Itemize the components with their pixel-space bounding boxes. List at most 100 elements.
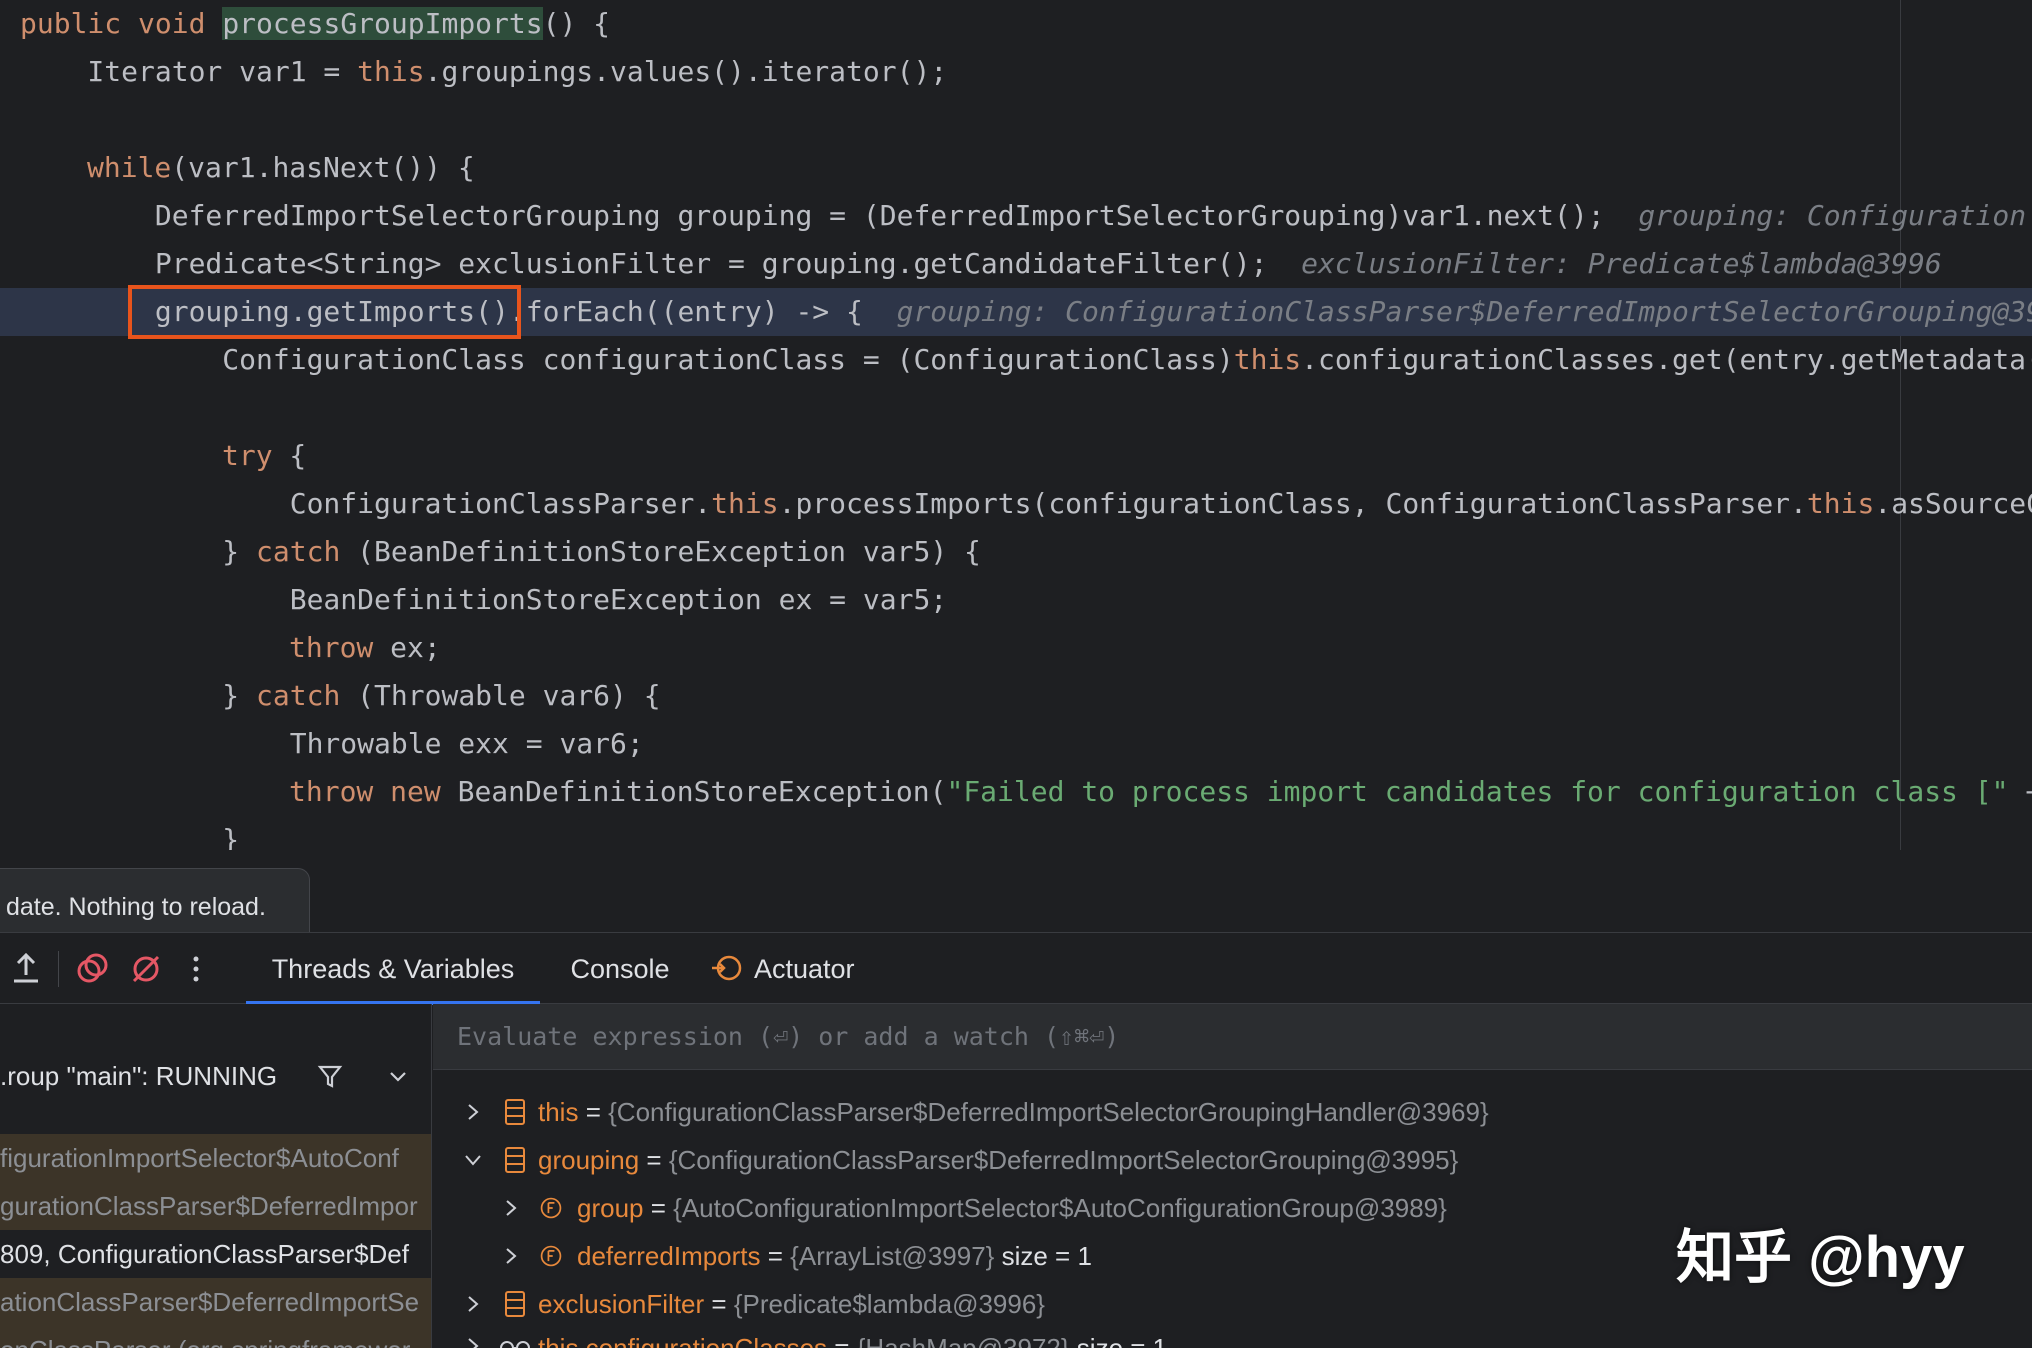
- chevron-down-icon[interactable]: [386, 1064, 410, 1088]
- code-line-14: throw ex;: [0, 624, 2032, 672]
- stack-frame-current[interactable]: 809, ConfigurationClassParser$Def: [0, 1230, 431, 1278]
- stack-frame[interactable]: figurationImportSelector$AutoConf: [0, 1134, 431, 1182]
- code-text: .configurationClasses.get(entry.getMetad…: [1301, 343, 2032, 376]
- stack-frame[interactable]: ationClassParser$DeferredImportSe: [0, 1278, 431, 1326]
- code-text: ConfigurationClass configurationClass = …: [20, 343, 1234, 376]
- code-text: .asSourceC: [1874, 487, 2032, 520]
- var-value: {Predicate$lambda@3996}: [733, 1289, 1045, 1319]
- code-text: ex;: [373, 631, 441, 664]
- code-line-15: } catch (Throwable var6) {: [0, 672, 2032, 720]
- var-name: this: [538, 1097, 579, 1127]
- watch-glasses-icon: [500, 1341, 530, 1348]
- code-text: BeanDefinitionStoreException(: [440, 775, 947, 808]
- keyword: this: [711, 487, 779, 520]
- code-text: {: [272, 439, 307, 472]
- code-text: }: [20, 535, 257, 568]
- code-editor[interactable]: public void processGroupImports() { Iter…: [0, 0, 2032, 850]
- variable-row[interactable]: group = {AutoConfigurationImportSelector…: [577, 1184, 1447, 1232]
- code-text: Predicate<String> exclusionFilter = grou…: [20, 247, 1268, 280]
- tab-threads-variables[interactable]: Threads & Variables: [246, 933, 540, 1005]
- var-value: {ArrayList@3997}: [790, 1241, 995, 1271]
- code-line-17: throw new BeanDefinitionStoreException("…: [0, 768, 2032, 816]
- variable-row[interactable]: grouping = {ConfigurationClassParser$Def…: [538, 1136, 1458, 1184]
- keyword: void: [138, 7, 206, 40]
- final-field-icon: [540, 1197, 562, 1219]
- var-eq: =: [639, 1145, 669, 1175]
- actuator-icon: [712, 955, 742, 981]
- keyword: try: [222, 439, 273, 472]
- code-line-18: }: [0, 816, 2032, 850]
- code-text: .processImports(configurationClass, Conf…: [778, 487, 1807, 520]
- chevron-right-icon[interactable]: [463, 1102, 483, 1122]
- code-text: (var1.hasNext()) {: [171, 151, 475, 184]
- keyword: this: [357, 55, 425, 88]
- chevron-right-icon[interactable]: [501, 1246, 521, 1266]
- view-breakpoints-icon[interactable]: [72, 949, 112, 989]
- toolbar-divider: [58, 951, 59, 987]
- export-icon[interactable]: [6, 949, 46, 989]
- variable-row[interactable]: this.configurationClasses = {HashMap@397…: [538, 1324, 1167, 1348]
- code-text: .groupings.values().iterator();: [424, 55, 948, 88]
- stack-frame[interactable]: onClassParser (org.springframewor: [0, 1326, 431, 1348]
- code-line-10: try {: [0, 432, 2032, 480]
- keyword: while: [87, 151, 172, 184]
- watermark: 知乎 @hyy: [1676, 1225, 1965, 1290]
- debug-toolbar: Threads & Variables Console Actuator: [0, 932, 2032, 1005]
- code-text: ConfigurationClassParser.: [20, 487, 712, 520]
- code-text: (BeanDefinitionStoreException var5) {: [340, 535, 981, 568]
- code-line-4: while(var1.hasNext()) {: [0, 144, 2032, 192]
- var-name: this.configurationClasses: [538, 1333, 828, 1348]
- keyword: throw: [289, 775, 374, 808]
- frame-label: onClassParser (org.springframewor: [0, 1335, 410, 1348]
- stack-frame[interactable]: gurationClassParser$DeferredImpor: [0, 1182, 431, 1230]
- chevron-right-icon[interactable]: [501, 1198, 521, 1218]
- chevron-right-icon[interactable]: [463, 1336, 483, 1348]
- var-eq: =: [704, 1289, 734, 1319]
- keyword: catch: [256, 679, 341, 712]
- tab-label: Console: [570, 954, 670, 984]
- code-line-6: Predicate<String> exclusionFilter = grou…: [0, 240, 2032, 288]
- code-text: }: [20, 823, 240, 850]
- variable-row[interactable]: exclusionFilter = {Predicate$lambda@3996…: [538, 1280, 1045, 1328]
- filter-icon[interactable]: [316, 1062, 344, 1090]
- mute-breakpoints-icon[interactable]: [126, 949, 166, 989]
- more-options-icon[interactable]: [176, 949, 216, 989]
- var-name: grouping: [538, 1145, 640, 1175]
- keyword: catch: [256, 535, 341, 568]
- var-eq: =: [643, 1193, 674, 1223]
- var-eq: =: [578, 1097, 609, 1127]
- var-name: deferredImports: [577, 1241, 761, 1271]
- evaluate-expression-input[interactable]: Evaluate expression (⏎) or add a watch (…: [433, 1004, 2032, 1070]
- code-text: Iterator var1 =: [20, 55, 358, 88]
- variable-row[interactable]: this = {ConfigurationClassParser$Deferre…: [538, 1088, 1489, 1136]
- code-text: () {: [542, 7, 611, 40]
- code-line-2: Iterator var1 = this.groupings.values().…: [0, 48, 2032, 96]
- eval-placeholder: Evaluate expression (⏎) or add a watch (…: [457, 1022, 1120, 1051]
- frame-label: 809, ConfigurationClassParser$Def: [0, 1239, 409, 1269]
- chevron-right-icon[interactable]: [463, 1294, 483, 1314]
- var-value: {ConfigurationClassParser$DeferredImport…: [668, 1145, 1459, 1175]
- string-literal: "Failed to process import candidates for…: [946, 775, 2009, 808]
- tab-actuator[interactable]: Actuator: [708, 933, 878, 1005]
- var-name: exclusionFilter: [538, 1289, 705, 1319]
- code-text: }: [20, 679, 257, 712]
- frame-label: ationClassParser$DeferredImportSe: [0, 1287, 420, 1317]
- thread-selector[interactable]: .roup "main": RUNNING: [0, 1048, 431, 1104]
- notification-text: date. Nothing to reload.: [6, 893, 266, 921]
- var-name: group: [577, 1193, 644, 1223]
- code-text: BeanDefinitionStoreException ex = var5;: [20, 583, 948, 616]
- inline-debug-hint: grouping: ConfigurationClassParser$Defer…: [896, 295, 2032, 328]
- code-line-11: ConfigurationClassParser.this.processImp…: [0, 480, 2032, 528]
- code-line-16: Throwable exx = var6;: [0, 720, 2032, 768]
- tab-console[interactable]: Console: [560, 933, 680, 1005]
- variable-row[interactable]: deferredImports = {ArrayList@3997} size …: [577, 1232, 1092, 1280]
- code-line-1: public void processGroupImports() {: [0, 0, 2032, 48]
- chevron-down-icon[interactable]: [463, 1150, 483, 1170]
- code-text: DeferredImportSelectorGrouping grouping …: [20, 199, 1605, 232]
- code-line-12: } catch (BeanDefinitionStoreException va…: [0, 528, 2032, 576]
- var-value: {ConfigurationClassParser$DeferredImport…: [608, 1097, 1489, 1127]
- var-eq: =: [827, 1333, 857, 1348]
- code-text: +: [2009, 775, 2032, 808]
- frame-label: gurationClassParser$DeferredImpor: [0, 1191, 418, 1221]
- keyword: throw: [289, 631, 374, 664]
